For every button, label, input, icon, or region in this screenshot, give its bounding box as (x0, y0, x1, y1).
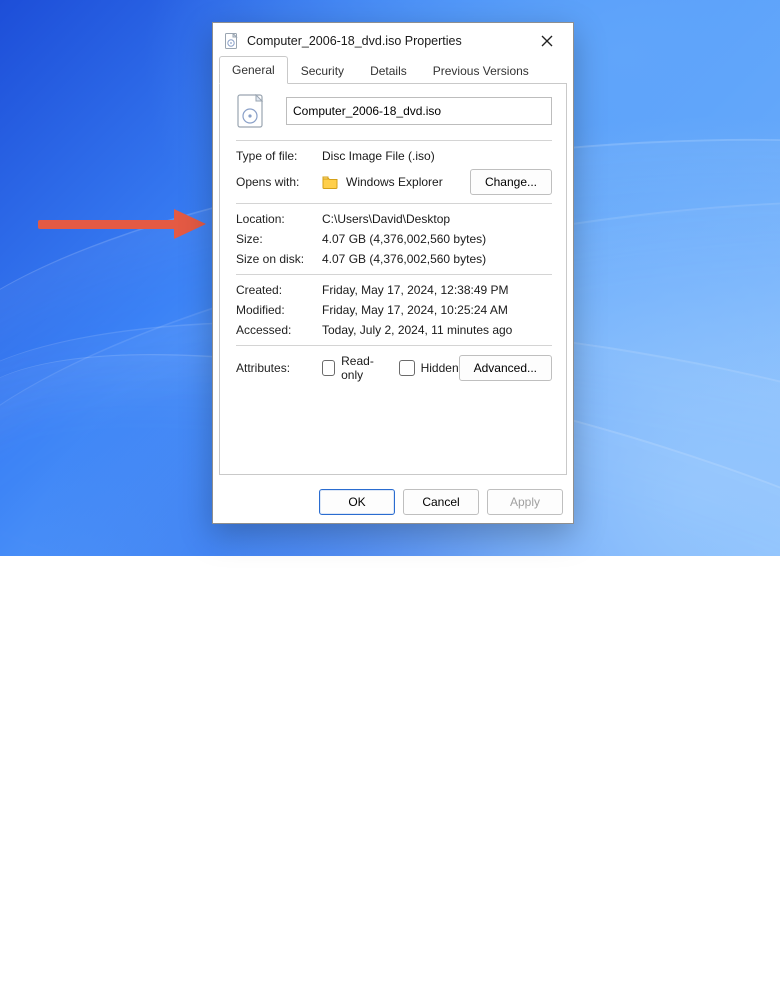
apply-button[interactable]: Apply (487, 489, 563, 515)
label-size-on-disk: Size on disk: (236, 252, 322, 266)
ok-button[interactable]: OK (319, 489, 395, 515)
label-location: Location: (236, 212, 322, 226)
tab-content-general: Type of file: Disc Image File (.iso) Ope… (219, 84, 567, 475)
label-type-of-file: Type of file: (236, 149, 322, 163)
advanced-button[interactable]: Advanced... (459, 355, 552, 381)
annotation-arrow (38, 209, 206, 239)
label-created: Created: (236, 283, 322, 297)
tab-general[interactable]: General (219, 56, 288, 84)
close-button[interactable] (529, 29, 565, 53)
tab-previous-versions[interactable]: Previous Versions (420, 57, 542, 84)
readonly-checkbox[interactable]: Read-only (322, 354, 385, 382)
tab-strip: General Security Details Previous Versio… (219, 55, 567, 84)
cancel-button[interactable]: Cancel (403, 489, 479, 515)
dialog-button-bar: OK Cancel Apply (213, 481, 573, 523)
checkbox-icon (322, 360, 335, 376)
folder-icon (322, 175, 338, 189)
tab-security[interactable]: Security (288, 57, 357, 84)
properties-dialog: Computer_2006-18_dvd.iso Properties Gene… (212, 22, 574, 524)
value-created: Friday, May 17, 2024, 12:38:49 PM (322, 283, 552, 297)
value-size: 4.07 GB (4,376,002,560 bytes) (322, 232, 552, 246)
filename-input[interactable] (286, 97, 552, 125)
checkbox-icon (399, 360, 415, 376)
label-accessed: Accessed: (236, 323, 322, 337)
value-location: C:\Users\David\Desktop (322, 212, 552, 226)
window-title: Computer_2006-18_dvd.iso Properties (247, 34, 521, 48)
value-accessed: Today, July 2, 2024, 11 minutes ago (322, 323, 552, 337)
label-size: Size: (236, 232, 322, 246)
disc-image-file-icon (223, 33, 239, 49)
change-button[interactable]: Change... (470, 169, 552, 195)
titlebar: Computer_2006-18_dvd.iso Properties (213, 23, 573, 55)
label-attributes: Attributes: (236, 361, 322, 375)
separator (236, 140, 552, 141)
readonly-label: Read-only (341, 354, 384, 382)
close-icon (541, 35, 553, 47)
value-opens-with: Windows Explorer (346, 175, 443, 189)
disc-image-file-icon (236, 94, 266, 128)
value-modified: Friday, May 17, 2024, 10:25:24 AM (322, 303, 552, 317)
hidden-checkbox[interactable]: Hidden (399, 360, 459, 376)
separator (236, 203, 552, 204)
value-size-on-disk: 4.07 GB (4,376,002,560 bytes) (322, 252, 552, 266)
tab-details[interactable]: Details (357, 57, 420, 84)
label-opens-with: Opens with: (236, 175, 322, 189)
hidden-label: Hidden (421, 361, 459, 375)
value-type-of-file: Disc Image File (.iso) (322, 149, 552, 163)
separator (236, 345, 552, 346)
label-modified: Modified: (236, 303, 322, 317)
separator (236, 274, 552, 275)
